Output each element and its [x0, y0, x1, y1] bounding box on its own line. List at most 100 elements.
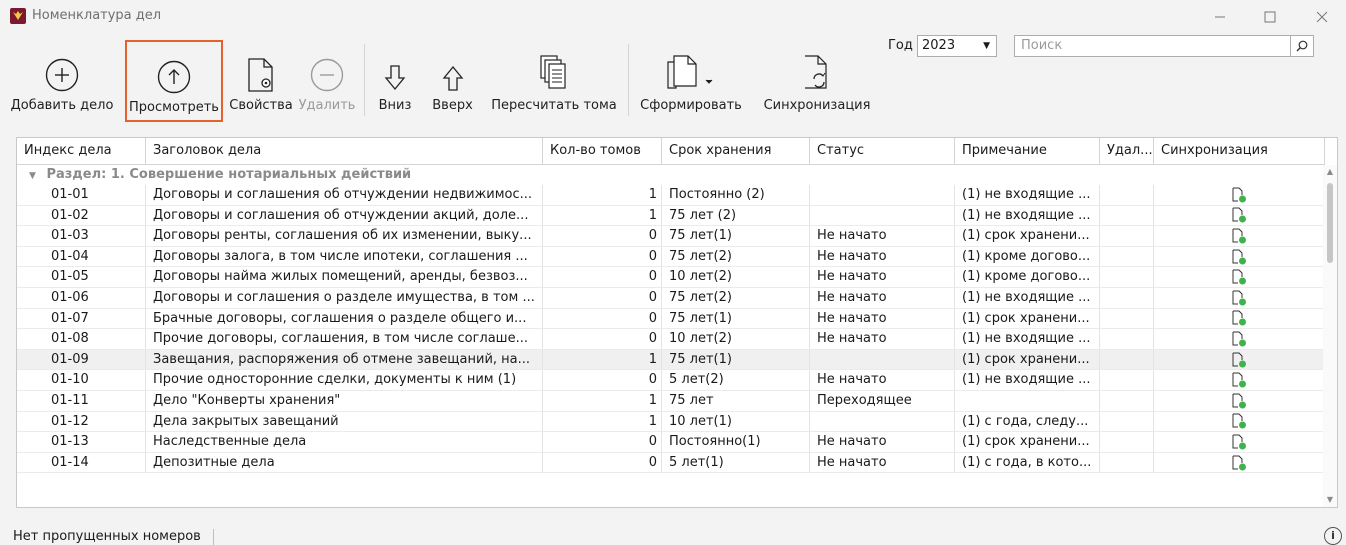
table-cell: Не начато — [810, 432, 955, 452]
sync-status-icon — [1154, 452, 1325, 473]
table-row[interactable]: 01-12 Дела закрытых завещаний 1 10 лет(1) (1… — [17, 411, 1325, 433]
table-row[interactable]: 01-06 Договоры и соглашения о разделе иму… — [17, 287, 1325, 309]
view-button[interactable]: Просмотреть — [125, 40, 223, 122]
table-cell: 0 — [543, 370, 662, 390]
vertical-scrollbar[interactable]: ▲ ▼ — [1323, 165, 1337, 507]
table-cell: 1 — [543, 185, 662, 205]
table-cell — [1100, 349, 1154, 370]
delete-label: Удалить — [298, 98, 356, 113]
table-row[interactable]: 01-04 Договоры залога, в том числе ипотек… — [17, 246, 1325, 268]
column-header[interactable]: Синхронизация — [1154, 138, 1325, 164]
table-body: 01-01 Договоры и соглашения об отчуждении… — [17, 185, 1325, 474]
table-cell: (1) срок хранени... — [955, 349, 1100, 370]
table-cell: (1) не входящие ... — [955, 329, 1100, 349]
minus-circle-icon — [310, 42, 344, 92]
sync-status-icon — [1154, 308, 1325, 329]
sync-label: Синхронизация — [763, 98, 871, 113]
move-up-label: Вверх — [432, 98, 473, 113]
table-row[interactable]: 01-05 Договоры найма жилых помещений, аре… — [17, 267, 1325, 288]
info-icon[interactable]: i — [1324, 527, 1342, 545]
column-header[interactable]: Кол-во томов — [543, 138, 662, 164]
table-cell: (1) не входящие ... — [955, 185, 1100, 205]
column-header[interactable]: Заголовок дела — [146, 138, 543, 164]
table-cell: Не начато — [810, 329, 955, 349]
table-row[interactable]: 01-02 Договоры и соглашения об отчуждении… — [17, 205, 1325, 227]
table-cell: (1) срок хранени... — [955, 432, 1100, 452]
table-cell — [1100, 390, 1154, 411]
table-cell: 0 — [543, 287, 662, 308]
table-cell: (1) не входящие ... — [955, 287, 1100, 308]
collapse-icon[interactable]: ▼ — [29, 171, 36, 181]
sync-status-icon — [1154, 432, 1325, 452]
table-cell: 0 — [543, 452, 662, 473]
scroll-up-icon[interactable]: ▲ — [1323, 165, 1337, 179]
table-cell: 5 лет(1) — [662, 452, 810, 473]
document-settings-icon — [246, 42, 276, 92]
form-button[interactable]: Сформировать — [636, 38, 746, 122]
search-input[interactable]: Поиск — [1014, 35, 1314, 57]
recount-volumes-button[interactable]: Пересчитать тома — [486, 38, 622, 122]
search-icon[interactable] — [1290, 36, 1313, 56]
table-cell: 01-06 — [17, 287, 146, 308]
table-cell: Постоянно (2) — [662, 185, 810, 205]
group-title: Раздел: 1. Совершение нотариальных дейст… — [46, 167, 412, 182]
table-row[interactable]: 01-10 Прочие односторонние сделки, докуме… — [17, 370, 1325, 391]
year-select[interactable]: 2023 ▼ — [917, 35, 997, 57]
close-button[interactable] — [1302, 2, 1342, 32]
table-row[interactable]: 01-01 Договоры и соглашения об отчуждении… — [17, 185, 1325, 206]
table-row[interactable]: 01-14 Депозитные дела 0 5 лет(1) Не начато (1… — [17, 452, 1325, 474]
group-row[interactable]: ▼ Раздел: 1. Совершение нотариальных дей… — [17, 165, 411, 185]
table-cell: Договоры залога, в том числе ипотеки, со… — [146, 246, 543, 267]
table-row[interactable]: 01-09 Завещания, распоряжения об отмене з… — [17, 349, 1325, 371]
move-up-button[interactable]: Вверх — [425, 38, 480, 122]
table-cell: Не начато — [810, 267, 955, 287]
window-title: Номенклатура дел — [32, 8, 162, 23]
table-cell: 75 лет(1) — [662, 349, 810, 370]
table-cell: Договоры и соглашения о разделе имуществ… — [146, 287, 543, 308]
column-header[interactable]: Статус — [810, 138, 955, 164]
sync-status-icon — [1154, 185, 1325, 205]
scroll-down-icon[interactable]: ▼ — [1323, 493, 1337, 507]
table-cell: Договоры и соглашения об отчуждении акци… — [146, 205, 543, 226]
table-cell: 01-01 — [17, 185, 146, 205]
table-cell: (1) с года, в кото... — [955, 452, 1100, 473]
table-cell — [810, 185, 955, 205]
table-cell: 10 лет(2) — [662, 329, 810, 349]
scroll-thumb[interactable] — [1327, 183, 1333, 263]
table-cell: Не начато — [810, 246, 955, 267]
table-cell — [810, 411, 955, 432]
table-cell: Не начато — [810, 226, 955, 246]
table-cell: Прочие односторонние сделки, документы к… — [146, 370, 543, 390]
table-cell: (1) с года, следу... — [955, 411, 1100, 432]
move-down-button[interactable]: Вниз — [370, 38, 420, 122]
plus-circle-icon — [45, 42, 79, 92]
table-cell: (1) срок хранени... — [955, 308, 1100, 329]
status-bar: Нет пропущенных номеров i — [0, 515, 1346, 545]
table-row[interactable]: 01-08 Прочие договоры, соглашения, в том … — [17, 329, 1325, 350]
table-cell — [1100, 287, 1154, 308]
toolbar-separator — [364, 44, 365, 116]
table-row[interactable]: 01-03 Договоры ренты, соглашения об их из… — [17, 226, 1325, 247]
column-header[interactable]: Примечание — [955, 138, 1100, 164]
table-cell: (1) кроме догово... — [955, 246, 1100, 267]
column-header[interactable]: Срок хранения — [662, 138, 810, 164]
chevron-down-icon: ▼ — [983, 41, 990, 51]
delete-button[interactable]: Удалить — [296, 38, 358, 122]
table-row[interactable]: 01-13 Наследственные дела 0 Постоянно(1) Не … — [17, 432, 1325, 453]
add-case-button[interactable]: Добавить дело — [7, 38, 117, 122]
form-documents-icon — [666, 42, 716, 92]
table-cell: 1 — [543, 205, 662, 226]
maximize-button[interactable] — [1250, 2, 1290, 32]
sync-button[interactable]: Синхронизация — [762, 38, 872, 122]
table-cell: 75 лет — [662, 390, 810, 411]
table-cell: 5 лет(2) — [662, 370, 810, 390]
column-header[interactable]: Индекс дела — [17, 138, 146, 164]
table-cell: 0 — [543, 329, 662, 349]
table-row[interactable]: 01-11 Дело "Конверты хранения" 1 75 лет Пере… — [17, 390, 1325, 412]
sync-status-icon — [1154, 370, 1325, 390]
properties-button[interactable]: Свойства — [228, 38, 294, 122]
minimize-button[interactable] — [1200, 2, 1240, 32]
column-header[interactable]: Удал... — [1100, 138, 1154, 164]
table-row[interactable]: 01-07 Брачные договоры, соглашения о разд… — [17, 308, 1325, 330]
table-header: Индекс дела Заголовок дела Кол-во томов Сро… — [17, 138, 1325, 165]
